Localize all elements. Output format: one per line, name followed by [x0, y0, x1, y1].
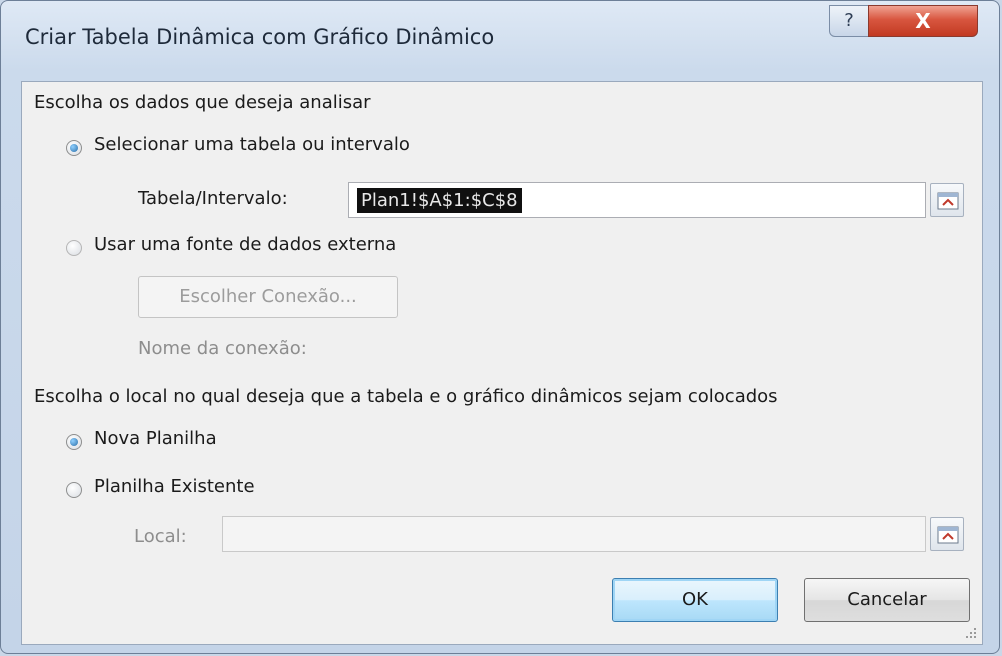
collapse-dialog-icon	[937, 192, 959, 210]
collapse-dialog-icon	[937, 526, 959, 544]
close-button[interactable]: X	[868, 5, 978, 37]
radio-existing-sheet[interactable]	[66, 482, 82, 498]
table-range-value: Plan1!$A$1:$C$8	[357, 188, 522, 213]
connection-name-label: Nome da conexão:	[138, 338, 307, 359]
title-bar[interactable]: Criar Tabela Dinâmica com Gráfico Dinâmi…	[1, 1, 999, 81]
table-range-label: Tabela/Intervalo:	[138, 188, 288, 209]
table-range-input[interactable]: Plan1!$A$1:$C$8	[348, 182, 926, 218]
dialog-body: Escolha os dados que deseja analisar Sel…	[21, 81, 983, 645]
cancel-button[interactable]: Cancelar	[804, 578, 970, 622]
choose-connection-button[interactable]: Escolher Conexão...	[138, 276, 398, 318]
radio-existing-sheet-label[interactable]: Planilha Existente	[94, 476, 255, 497]
ok-button[interactable]: OK	[612, 578, 778, 622]
radio-select-table-label[interactable]: Selecionar uma tabela ou intervalo	[94, 134, 410, 155]
radio-new-sheet-label[interactable]: Nova Planilha	[94, 428, 217, 449]
location-input[interactable]	[222, 516, 926, 552]
radio-new-sheet[interactable]	[66, 434, 82, 450]
dialog-window: Criar Tabela Dinâmica com Gráfico Dinâmi…	[0, 0, 1000, 654]
location-section-heading: Escolha o local no qual deseja que a tab…	[34, 386, 778, 407]
radio-select-table[interactable]	[66, 140, 82, 156]
radio-external-source-label[interactable]: Usar uma fonte de dados externa	[94, 234, 396, 255]
help-button[interactable]: ?	[829, 5, 869, 37]
location-label: Local:	[134, 526, 187, 547]
dialog-title: Criar Tabela Dinâmica com Gráfico Dinâmi…	[25, 25, 495, 49]
resize-grip-icon[interactable]	[964, 626, 978, 640]
data-section-heading: Escolha os dados que deseja analisar	[34, 92, 371, 113]
table-range-collapse-button[interactable]	[930, 183, 964, 217]
radio-external-source[interactable]	[66, 240, 82, 256]
location-collapse-button[interactable]	[930, 517, 964, 551]
